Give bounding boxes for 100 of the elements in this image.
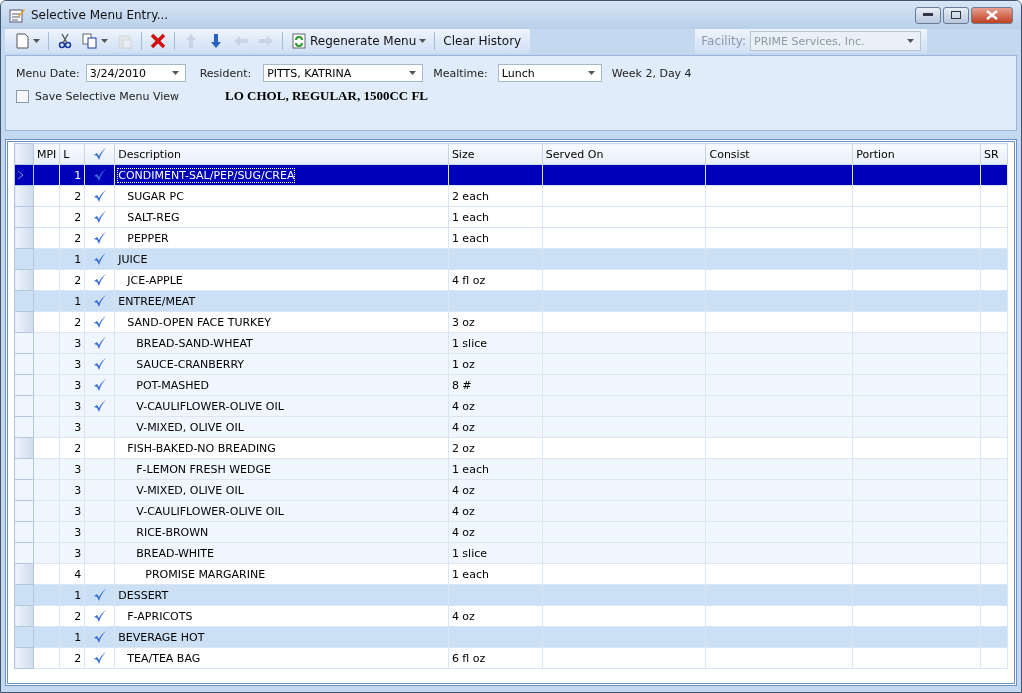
checkmark-icon	[92, 315, 107, 329]
mealtime-dropdown[interactable]: Lunch	[497, 64, 602, 82]
table-cell: 4 oz	[451, 420, 475, 434]
table-row[interactable]: 1 BEVERAGE HOT	[14, 626, 1008, 648]
refresh-icon	[291, 33, 307, 49]
table-cell: BREAD-WHITE	[136, 546, 214, 560]
caret-icon	[907, 39, 914, 43]
column-header[interactable]: L	[59, 143, 85, 165]
table-row[interactable]: 2 PEPPER 1 each	[14, 227, 1008, 249]
caret-icon	[101, 39, 108, 43]
table-cell: 3	[74, 420, 82, 434]
table-cell: 2	[74, 273, 82, 287]
caret-icon	[419, 39, 427, 43]
field-label: Mealtime:	[433, 66, 488, 80]
table-cell: JCE-APPLE	[127, 273, 183, 287]
table-row[interactable]: 1 JUICE	[14, 248, 1008, 270]
checkmark-icon	[92, 399, 107, 413]
caret-icon	[33, 39, 40, 43]
toolbar-button[interactable]: Clear History	[440, 33, 525, 49]
table-row[interactable]: 4 PROMISE MARGARINE 1 each	[14, 563, 1008, 585]
close-button[interactable]	[971, 6, 1013, 24]
table-cell: 3	[74, 546, 82, 560]
table-cell: 1	[74, 168, 82, 182]
table-row[interactable]: 2 SALT-REG 1 each	[14, 206, 1008, 228]
table-row[interactable]: 3 BREAD-SAND-WHEAT 1 slice	[14, 332, 1008, 354]
table-row[interactable]: 1 ENTREE/MEAT	[14, 290, 1008, 312]
table-cell: 1	[74, 630, 82, 644]
table-row[interactable]: 3 RICE-BROWN 4 oz	[14, 521, 1008, 543]
table-cell: 2	[74, 210, 82, 224]
table-cell: 4 oz	[451, 399, 475, 413]
checkmark-icon	[92, 651, 107, 665]
clipboard-icon	[117, 33, 133, 49]
table-cell: SAUCE-CRANBERRY	[136, 357, 245, 371]
table-row[interactable]: 3 F-LEMON FRESH WEDGE 1 each	[14, 458, 1008, 480]
checkbox[interactable]	[16, 89, 29, 103]
table-cell: JUICE	[118, 252, 148, 266]
table-cell: F-LEMON FRESH WEDGE	[136, 462, 271, 476]
table-row[interactable]: 2 F-APRICOTS 4 oz	[14, 605, 1008, 627]
window-title: Selective Menu Entry...	[31, 8, 170, 22]
table-row[interactable]: 2 SUGAR PC 2 each	[14, 185, 1008, 207]
table-cell: 4 oz	[451, 609, 475, 623]
column-header[interactable]: Description	[114, 143, 449, 165]
table-row[interactable]: 1 CONDIMENT-SAL/PEP/SUG/CREA	[14, 164, 1008, 186]
toolbar-button[interactable]	[79, 32, 111, 50]
minimize-button[interactable]	[915, 6, 941, 24]
table-cell: SALT-REG	[127, 210, 180, 224]
table-cell: 3	[74, 504, 82, 518]
table-row[interactable]: 3 BREAD-WHITE 1 slice	[14, 542, 1008, 564]
table-cell: 1 oz	[451, 357, 475, 371]
checkmark-icon	[92, 147, 107, 161]
table-cell: SUGAR PC	[127, 189, 184, 203]
checkmark-icon	[92, 231, 107, 245]
caret-icon	[409, 71, 417, 75]
diet-text: LO CHOL, REGULAR, 1500CC FL	[225, 88, 429, 104]
maximize-icon	[951, 11, 961, 19]
left-arrow-icon	[233, 33, 249, 49]
table-cell: 1 slice	[451, 546, 488, 560]
field-label: Resident:	[199, 66, 252, 80]
table-cell: 4	[74, 567, 82, 581]
toolbar-button[interactable]: Regenerate Menu	[288, 32, 430, 50]
table-cell: 2	[74, 231, 82, 245]
table-row[interactable]: 2 JCE-APPLE 4 fl oz	[14, 269, 1008, 291]
table-row[interactable]: 3 V-MIXED, OLIVE OIL 4 oz	[14, 479, 1008, 501]
table-cell: SAND-OPEN FACE TURKEY	[127, 315, 271, 329]
column-header[interactable]: Consist	[705, 143, 853, 165]
checkmark-icon	[92, 588, 107, 602]
resident-dropdown[interactable]: PITTS, KATRINA	[263, 64, 424, 82]
minimize-icon	[923, 13, 933, 17]
table-row[interactable]: 2 SAND-OPEN FACE TURKEY 3 oz	[14, 311, 1008, 333]
table-cell: 3	[74, 462, 82, 476]
column-header[interactable]: MPI	[33, 143, 60, 165]
table-row[interactable]: 3 POT-MASHED 8 #	[14, 374, 1008, 396]
scissors-icon	[57, 33, 73, 49]
checkbox-label: Save Selective Menu View	[35, 89, 180, 103]
column-header[interactable]: Size	[448, 143, 543, 165]
checkmark-icon	[92, 336, 107, 350]
maximize-button[interactable]	[943, 6, 969, 24]
column-header[interactable]: SR	[980, 143, 1008, 165]
table-cell: 2	[74, 609, 82, 623]
row-pointer-icon	[18, 170, 23, 179]
table-row[interactable]: 3 V-CAULIFLOWER-OLIVE OIL 4 oz	[14, 500, 1008, 522]
table-cell: 3	[74, 399, 82, 413]
table-row[interactable]: 1 DESSERT	[14, 584, 1008, 606]
table-row[interactable]: 2 FISH-BAKED-NO BREADING 2 oz	[14, 437, 1008, 459]
table-row[interactable]: 3 V-CAULIFLOWER-OLIVE OIL 4 oz	[14, 395, 1008, 417]
checkmark-icon	[92, 189, 107, 203]
table-cell: 4 oz	[451, 525, 475, 539]
table-row[interactable]: 3 SAUCE-CRANBERRY 1 oz	[14, 353, 1008, 375]
week-day-text: Week 2, Day 4	[611, 66, 692, 80]
column-header[interactable]: Portion	[852, 143, 981, 165]
table-row[interactable]: 3 V-MIXED, OLIVE OIL 4 oz	[14, 416, 1008, 438]
table-row[interactable]: 2 TEA/TEA BAG 6 fl oz	[14, 647, 1008, 669]
column-header[interactable]: Served On	[542, 143, 706, 165]
checkmark-icon	[92, 273, 107, 287]
caret-icon	[171, 71, 179, 75]
down-arrow-icon	[208, 33, 224, 49]
table-cell: 4 oz	[451, 504, 475, 518]
table-cell: 3	[74, 483, 82, 497]
date-field[interactable]: 3/24/2010	[85, 64, 186, 82]
table-cell: 2	[74, 315, 82, 329]
